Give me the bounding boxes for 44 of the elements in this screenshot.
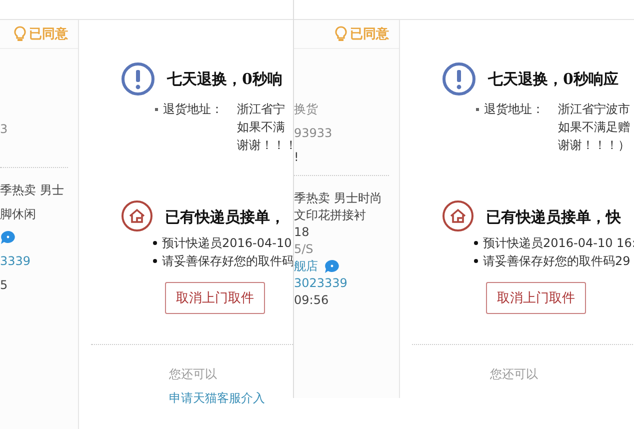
- order-text: 5: [0, 277, 9, 293]
- exclamation-icon: [442, 62, 476, 96]
- order-text: 5/S: [294, 241, 314, 257]
- phone-link[interactable]: 3339: [0, 253, 68, 269]
- order-text: 脚休闲: [0, 206, 37, 222]
- cancel-pickup-button[interactable]: 取消上门取件: [486, 282, 586, 314]
- chat-bubble-icon[interactable]: [324, 258, 340, 274]
- order-text: 09:56: [294, 292, 330, 308]
- pickup-info: 请妥善保存好您的取件码29: [483, 253, 630, 270]
- notice-title: 已有快递员接单，: [165, 207, 286, 228]
- exclamation-icon: [121, 62, 155, 96]
- house-icon: [442, 200, 474, 232]
- order-text: !: [294, 149, 300, 165]
- phone-link[interactable]: 3023339: [294, 275, 389, 291]
- house-icon: [121, 200, 153, 232]
- notice-title: 七天退换，0秒响应: [488, 69, 620, 90]
- more-options-label: 您还可以: [169, 366, 218, 383]
- notice-title: 七天退换，0秒响: [167, 69, 284, 90]
- cancel-pickup-button[interactable]: 取消上门取件: [165, 282, 265, 314]
- address-text: 浙江省宁: [237, 101, 286, 118]
- order-text: 文印花拼接衬: [294, 207, 367, 223]
- address-text: 如果不满足赠: [558, 119, 630, 136]
- chat-bubble-icon[interactable]: [0, 230, 16, 245]
- pickup-info: 预计快递员2016-04-10: [162, 235, 292, 252]
- address-label: 退货地址：: [163, 101, 223, 118]
- order-text: 季热卖 男士: [0, 182, 65, 198]
- address-text: 如果不满: [237, 119, 286, 136]
- address-label: 退货地址：: [484, 101, 544, 118]
- more-options-label: 您还可以: [490, 366, 539, 383]
- address-text: 浙江省宁波市: [558, 101, 630, 118]
- customer-service-link[interactable]: 申请天猫客服介入: [169, 389, 293, 407]
- order-text: 换货: [294, 101, 319, 117]
- order-text: 季热卖 男士时尚: [294, 190, 383, 206]
- order-text: 3: [0, 121, 9, 137]
- address-text: 谢谢！！！）: [558, 137, 630, 154]
- notice-title: 已有快递员接单，快: [486, 207, 622, 228]
- status-label: 已同意: [350, 26, 389, 43]
- lightbulb-icon: [335, 26, 347, 42]
- address-text: 谢谢！！！: [237, 137, 293, 154]
- lightbulb-icon: [14, 26, 26, 42]
- status-label: 已同意: [29, 26, 68, 43]
- order-text: 93933: [294, 125, 334, 141]
- order-text: 18: [294, 224, 310, 240]
- shop-link[interactable]: 舰店: [294, 258, 318, 274]
